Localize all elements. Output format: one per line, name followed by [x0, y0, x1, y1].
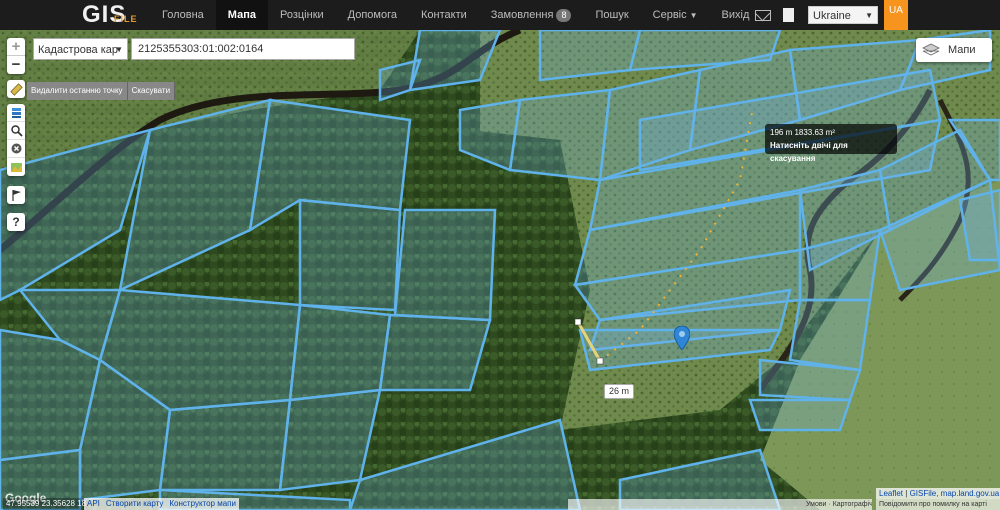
leaflet-link[interactable]: Leaflet	[879, 489, 903, 498]
map-pin-icon[interactable]	[674, 326, 690, 350]
document-icon[interactable]	[783, 8, 794, 22]
gisfile-logo[interactable]: GIS FILE	[82, 0, 142, 30]
segment-length-label: 26 m	[604, 384, 635, 399]
question-icon: ?	[12, 215, 20, 229]
language-badge[interactable]: UA	[884, 0, 908, 36]
nav-service[interactable]: Сервіс ▼	[641, 0, 710, 30]
nav-home[interactable]: Головна	[150, 0, 216, 30]
chevron-down-icon: ▼	[115, 45, 123, 54]
base-layers-label: Мапи	[948, 44, 976, 56]
search-icon	[10, 125, 23, 137]
base-layers-button[interactable]: Мапи	[916, 38, 992, 62]
country-select-value: Ukraine	[813, 10, 851, 22]
footer-links: API Створити карту Конструктор мапи	[84, 498, 239, 510]
measure-hint: Натисніть двічі для скасування	[770, 141, 848, 163]
layers-icon	[922, 43, 940, 56]
orders-count-badge: 8	[556, 9, 572, 22]
stack-icon	[11, 108, 21, 118]
map-area-tool[interactable]	[7, 158, 25, 176]
zoom-out-button[interactable]: −	[7, 56, 25, 74]
nav-logout[interactable]: Вихід	[710, 0, 762, 30]
nav-pricing[interactable]: Розцінки	[268, 0, 336, 30]
map-layer-select[interactable]: Кадастрова кар ▼	[33, 38, 128, 60]
country-select[interactable]: Ukraine ▼	[808, 6, 878, 24]
nav-orders[interactable]: Замовлення 8	[479, 0, 584, 30]
satellite-imagery	[0, 30, 1000, 510]
cadastre-number-input[interactable]	[131, 38, 355, 60]
clear-tool[interactable]	[7, 140, 25, 158]
delete-last-point-button[interactable]: Видалити останню точку	[27, 82, 128, 100]
zoom-in-button[interactable]: +	[7, 38, 25, 56]
close-circle-icon	[11, 143, 21, 154]
cancel-measure-button[interactable]: Скасувати	[127, 82, 176, 100]
nav-search[interactable]: Пошук	[583, 0, 640, 30]
map-canvas[interactable]: 196 m 1833.63 m² Натисніть двічі для ска…	[0, 30, 1000, 510]
attribution-link[interactable]: GISFile, map.land.gov.ua	[910, 489, 1000, 498]
nav-map[interactable]: Мапа	[215, 0, 268, 30]
zoom-control: + −	[7, 38, 25, 74]
map-layer-select-value: Кадастрова кар	[38, 44, 119, 56]
flag-icon	[11, 189, 21, 201]
top-navigation-bar: GIS FILE Головна Мапа Розцінки Допомога …	[0, 0, 1000, 36]
nav-orders-label: Замовлення	[490, 9, 554, 21]
measure-toolbar	[7, 80, 25, 98]
header-right-tools: Ukraine ▼ UA	[755, 0, 1000, 36]
create-map-link[interactable]: Створити карту	[103, 498, 166, 510]
attribution: Leaflet | GISFile, map.land.gov.ua	[876, 488, 1000, 499]
nav-help[interactable]: Допомога	[336, 0, 409, 30]
coordinates-readout: 47.95539 23.35628 18	[3, 498, 90, 510]
measure-distance-area: 196 m 1833.63 m²	[770, 128, 835, 137]
layers-tool[interactable]	[7, 104, 25, 122]
chevron-down-icon: ▼	[865, 11, 873, 20]
logo-subtext: FILE	[114, 14, 138, 24]
nav-service-label: Сервіс	[652, 9, 687, 21]
map-data-terms[interactable]: Умови · Картографічні дані	[568, 499, 872, 510]
flag-tools	[7, 186, 25, 204]
flag-tool[interactable]	[7, 186, 25, 204]
help-tool[interactable]: ?	[7, 213, 25, 231]
map-builder-link[interactable]: Конструктор мапи	[166, 498, 239, 510]
caret-down-icon: ▼	[689, 11, 698, 20]
help-tools: ?	[7, 213, 25, 231]
map-tools	[7, 104, 25, 176]
mail-icon[interactable]	[755, 9, 771, 21]
main-menu: Головна Мапа Розцінки Допомога Контакти …	[150, 0, 761, 30]
ruler-tool[interactable]	[7, 80, 25, 98]
measure-actions: Видалити останню точку Скасувати	[27, 82, 176, 100]
nav-contacts[interactable]: Контакти	[409, 0, 479, 30]
measure-tooltip: 196 m 1833.63 m² Натисніть двічі для ска…	[765, 124, 897, 163]
api-link[interactable]: API	[84, 498, 103, 510]
ruler-icon	[9, 82, 23, 96]
map-area-icon	[10, 162, 22, 172]
search-tool[interactable]	[7, 122, 25, 140]
report-error-link[interactable]: Повідомити про помилку на карті	[876, 499, 1000, 510]
